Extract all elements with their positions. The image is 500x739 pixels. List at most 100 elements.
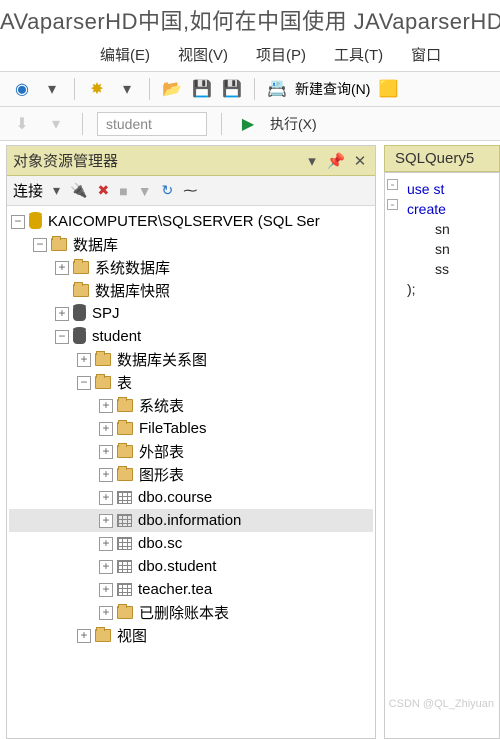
code-line: ss [435, 261, 449, 277]
execute-icon[interactable]: ▶ [236, 112, 260, 136]
node-student[interactable]: −student [9, 325, 373, 348]
menu-tool[interactable]: 工具(T) [334, 44, 383, 65]
close-icon[interactable]: ✕ [351, 152, 369, 170]
node-table-teacher[interactable]: +teacher.tea [9, 578, 373, 601]
divider [74, 78, 75, 100]
db-icon [73, 329, 86, 344]
filter-icon[interactable]: ▼ [138, 183, 152, 199]
expand-icon[interactable]: + [77, 629, 91, 643]
panel-menu-icon[interactable]: ▾ [303, 152, 321, 170]
nav-back-icon[interactable]: ◉ [10, 77, 34, 101]
fold-icon[interactable]: - [387, 179, 398, 190]
panel-title: 对象资源管理器 [13, 150, 118, 171]
menu-bar: 编辑(E) 视图(V) 项目(P) 工具(T) 窗口 [0, 42, 500, 71]
node-views[interactable]: +视图 [9, 624, 373, 647]
page-title: AVaparserHD中国,如何在中国使用 JAVaparserHD? [0, 0, 500, 42]
saveall-icon[interactable]: 💾 [220, 77, 244, 101]
node-external[interactable]: +外部表 [9, 440, 373, 463]
node-table-sc[interactable]: +dbo.sc [9, 532, 373, 555]
expand-icon[interactable]: + [77, 353, 91, 367]
folder-icon [117, 606, 133, 619]
expand-icon[interactable]: + [99, 445, 113, 459]
node-table-student[interactable]: +dbo.student [9, 555, 373, 578]
code-editor[interactable]: - - use st create sn sn ss ); [384, 172, 500, 739]
expand-icon[interactable]: + [99, 514, 113, 528]
panel-header: 对象资源管理器 ▾ 📌 ✕ [7, 146, 375, 176]
refresh-icon[interactable]: ↻ [162, 182, 174, 199]
plug-icon: ⬇ [10, 112, 34, 136]
nav-fwd-icon[interactable]: ▾ [40, 77, 64, 101]
node-snapshot[interactable]: 数据库快照 [9, 279, 373, 302]
collapse-icon[interactable]: − [55, 330, 69, 344]
node-table-information[interactable]: +dbo.information [9, 509, 373, 532]
connect-label[interactable]: 连接 [13, 180, 43, 201]
dropdown-icon[interactable]: ▾ [53, 182, 60, 199]
database-select[interactable]: student [97, 112, 207, 136]
expand-icon[interactable]: + [99, 468, 113, 482]
folder-icon [73, 284, 89, 297]
folder-icon [51, 238, 67, 251]
new-file-icon[interactable]: ✸ [85, 77, 109, 101]
node-filetables[interactable]: +FileTables [9, 417, 373, 440]
node-databases[interactable]: −数据库 [9, 233, 373, 256]
expand-icon[interactable]: + [99, 537, 113, 551]
menu-window[interactable]: 窗口 [411, 44, 441, 65]
expand-icon[interactable]: + [99, 606, 113, 620]
editor-pane: SQLQuery5 - - use st create sn sn ss ); [384, 145, 500, 739]
disconnect-icon[interactable]: ✖ [97, 182, 109, 199]
execute-button[interactable]: 执行(X) [270, 114, 317, 134]
fold-icon[interactable]: - [387, 199, 398, 210]
node-systables[interactable]: +系统表 [9, 394, 373, 417]
menu-edit[interactable]: 编辑(E) [100, 44, 150, 65]
code-line: create [407, 201, 446, 217]
collapse-icon[interactable]: − [33, 238, 47, 252]
expand-icon[interactable]: + [99, 583, 113, 597]
table-icon [117, 537, 132, 550]
open-icon[interactable]: 📂 [160, 77, 184, 101]
node-deleted-ledger[interactable]: +已删除账本表 [9, 601, 373, 624]
collapse-icon[interactable]: − [77, 376, 91, 390]
expand-icon[interactable]: + [55, 261, 69, 275]
table-icon [117, 560, 132, 573]
more-icon[interactable]: 🟨 [376, 77, 400, 101]
pin-icon[interactable]: 📌 [327, 152, 345, 170]
tab-sqlquery[interactable]: SQLQuery5 [384, 145, 500, 172]
node-tables[interactable]: −表 [9, 371, 373, 394]
expand-icon[interactable]: + [55, 307, 69, 321]
dropdown-icon[interactable]: ▾ [115, 77, 139, 101]
node-graph[interactable]: +图形表 [9, 463, 373, 486]
stop-icon[interactable]: ■ [119, 183, 127, 199]
folder-icon [117, 399, 133, 412]
activity-icon[interactable]: ⁓ [183, 182, 197, 199]
code-line: ); [407, 281, 416, 297]
newquery-icon[interactable]: 📇 [265, 77, 289, 101]
collapse-icon[interactable]: − [11, 215, 25, 229]
expand-icon[interactable]: + [99, 491, 113, 505]
menu-view[interactable]: 视图(V) [178, 44, 228, 65]
folder-icon [73, 261, 89, 274]
divider [254, 78, 255, 100]
node-diagram[interactable]: +数据库关系图 [9, 348, 373, 371]
table-icon [117, 491, 132, 504]
db-icon [73, 306, 86, 321]
code-line: sn [435, 241, 450, 257]
fold-gutter: - - [387, 179, 401, 219]
folder-icon [117, 445, 133, 458]
save-icon[interactable]: 💾 [190, 77, 214, 101]
connect-icon[interactable]: 🔌 [70, 182, 87, 199]
server-icon [29, 214, 42, 229]
table-icon [117, 514, 132, 527]
toolbar-main: ◉ ▾ ✸ ▾ 📂 💾 💾 📇 新建查询(N) 🟨 [0, 71, 500, 107]
node-server[interactable]: −KAICOMPUTER\SQLSERVER (SQL Ser [9, 210, 373, 233]
expand-icon[interactable]: + [99, 399, 113, 413]
expand-icon[interactable]: + [99, 422, 113, 436]
newquery-button[interactable]: 新建查询(N) [295, 79, 370, 99]
node-sysdb[interactable]: +系统数据库 [9, 256, 373, 279]
node-spj[interactable]: +SPJ [9, 302, 373, 325]
menu-project[interactable]: 项目(P) [256, 44, 306, 65]
expand-icon[interactable]: + [99, 560, 113, 574]
watermark: CSDN @QL_Zhiyuan [389, 698, 494, 710]
object-explorer-panel: 对象资源管理器 ▾ 📌 ✕ 连接 ▾ 🔌 ✖ ■ ▼ ↻ ⁓ −KAICOMPU… [6, 145, 376, 739]
folder-icon [95, 353, 111, 366]
node-table-course[interactable]: +dbo.course [9, 486, 373, 509]
